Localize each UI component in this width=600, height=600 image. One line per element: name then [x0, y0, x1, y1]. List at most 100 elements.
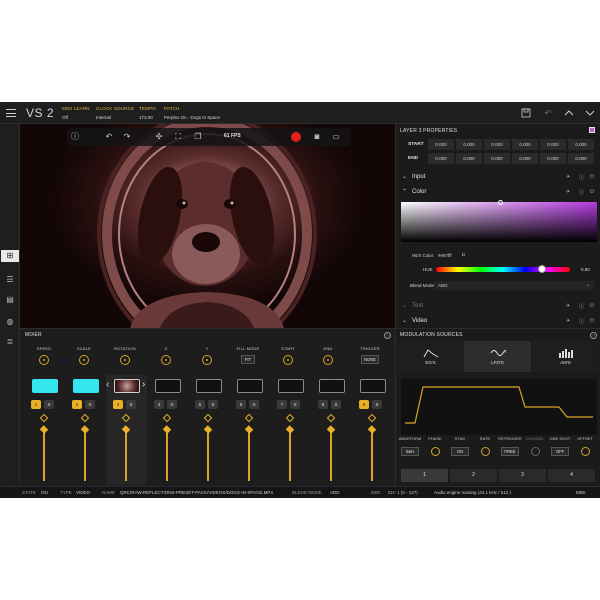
channel-thumbnail[interactable] [73, 379, 99, 393]
channel-thumbnail[interactable] [196, 379, 222, 393]
channel-number-button[interactable]: 7 [277, 400, 287, 409]
one-shot-param[interactable]: ONE SHOT OFF [547, 437, 573, 456]
power-icon[interactable]: ⏻ [590, 303, 594, 309]
pin-icon[interactable]: ✈ [566, 303, 570, 309]
power-icon[interactable]: ⏻ [590, 318, 594, 324]
keyframe-diamond-icon[interactable] [162, 413, 172, 423]
channel-number-button[interactable]: 3 [113, 400, 123, 409]
power-icon[interactable]: ⏻ [590, 189, 594, 195]
channel-fader[interactable] [207, 429, 209, 481]
hex-color-value[interactable]: #e57fff [438, 253, 452, 258]
knob-dial[interactable] [79, 355, 89, 365]
channel-solo-button[interactable]: S [290, 400, 300, 409]
start-cell[interactable]: 0.000 [428, 139, 454, 150]
channel-number-button[interactable]: 2 [72, 400, 82, 409]
chevron-down-icon[interactable] [585, 108, 595, 118]
fill-mode-value[interactable]: FIT [241, 355, 255, 364]
pin-icon[interactable]: ✈ [566, 189, 570, 195]
channel-solo-button[interactable]: S [208, 400, 218, 409]
channel-fader[interactable] [248, 429, 250, 481]
fader-handle[interactable] [285, 425, 295, 434]
mixer-icon[interactable]: ≣ [4, 336, 16, 348]
undo-icon[interactable]: ↶ [543, 108, 553, 118]
sync-value[interactable]: ON [451, 447, 469, 456]
channel-solo-button[interactable]: S [331, 400, 341, 409]
patch-field[interactable]: PATCH Perplex On - Dogs In Space [164, 106, 220, 120]
color-picker-handle[interactable] [498, 200, 503, 205]
keyframe-diamond-icon[interactable] [285, 413, 295, 423]
channel-solo-button[interactable]: S [372, 400, 382, 409]
fader-handle[interactable] [326, 425, 336, 434]
color-picker[interactable] [401, 200, 597, 242]
layers-icon[interactable]: ⊞ [1, 250, 19, 262]
fader-handle[interactable] [367, 425, 377, 434]
help-icon[interactable]: ⓘ [579, 303, 584, 310]
power-icon[interactable]: ⏻ [590, 174, 594, 180]
channel-solo-button[interactable]: S [44, 400, 54, 409]
undo-icon[interactable]: ↶ [103, 131, 115, 143]
help-icon[interactable]: ? [590, 332, 597, 339]
camera-icon[interactable]: ◙ [311, 131, 323, 143]
lfo-slot-button[interactable]: 2 [450, 469, 497, 482]
section-input[interactable]: ⌄ Input ✈ ⓘ ⏻ [400, 172, 598, 184]
fader-handle[interactable] [203, 425, 213, 434]
fader-handle[interactable] [39, 425, 49, 434]
one-shot-value[interactable]: OFF [551, 447, 569, 456]
channel-thumbnail[interactable] [360, 379, 386, 393]
browser-icon[interactable]: ▤ [4, 294, 16, 306]
help-icon[interactable]: ⓘ [69, 131, 81, 143]
keyframe-diamond-icon[interactable] [39, 413, 49, 423]
rate-knob[interactable] [480, 447, 490, 456]
channel-fader[interactable] [84, 429, 86, 481]
move-icon[interactable]: ✣ [153, 131, 165, 143]
section-video[interactable]: ⌄ Video ✈ ⓘ ⏻ [400, 316, 598, 328]
phase-knob[interactable] [430, 447, 440, 456]
redo-icon[interactable]: ↷ [121, 131, 133, 143]
channel-thumbnail[interactable] [237, 379, 263, 393]
help-icon[interactable]: ? [384, 332, 391, 339]
lfo-slot-button[interactable]: 3 [499, 469, 546, 482]
lfo-slot-button[interactable]: 4 [548, 469, 595, 482]
copy-icon[interactable]: ❐ [192, 131, 204, 143]
channel-number-button[interactable]: 8 [318, 400, 328, 409]
start-cell[interactable]: 0.000 [540, 139, 566, 150]
waveform-value[interactable]: S&H [401, 447, 419, 456]
offset-knob[interactable] [580, 447, 590, 456]
channel-thumbnail[interactable] [114, 379, 140, 393]
section-text[interactable]: ⌄ Text ✈ ⓘ ⏻ [400, 301, 598, 313]
channel-fader[interactable] [166, 429, 168, 481]
tab-egs[interactable]: EG'S [397, 341, 464, 372]
channel-fader[interactable] [125, 429, 127, 481]
help-icon[interactable]: ⓘ [579, 174, 584, 181]
knob-dial[interactable] [39, 355, 49, 365]
keyframe-diamond-icon[interactable] [326, 413, 336, 423]
clock-source-field[interactable]: CLOCK SOURCE Internal [96, 106, 134, 120]
help-icon[interactable]: ⓘ [579, 189, 584, 196]
folder-icon[interactable]: ▭ [330, 131, 342, 143]
knob-dial[interactable] [120, 355, 130, 365]
channel-number-button[interactable]: 9 [359, 400, 369, 409]
phase-param[interactable]: PHASE [422, 437, 448, 456]
channel-thumbnail[interactable] [155, 379, 181, 393]
knob-dial[interactable] [283, 355, 293, 365]
end-cell[interactable]: 0.000 [456, 153, 482, 164]
end-cell[interactable]: 0.000 [484, 153, 510, 164]
knob-dial[interactable] [161, 355, 171, 365]
pin-icon[interactable]: ✈ [566, 318, 570, 324]
scale-knob[interactable]: SCALE [64, 346, 104, 365]
channel-number-button[interactable]: 6 [236, 400, 246, 409]
channel-knob[interactable] [530, 447, 540, 456]
start-cell[interactable]: 0.000 [456, 139, 482, 150]
y-knob[interactable]: Y [187, 346, 227, 365]
start-cell[interactable]: 0.000 [484, 139, 510, 150]
knob-dial[interactable] [323, 355, 333, 365]
tempo-field[interactable]: TEMPO 173.00 [139, 106, 156, 120]
eyedropper-icon[interactable]: ◘ [462, 252, 465, 257]
trigger-select[interactable]: TRIGGER NONE [350, 346, 390, 364]
rotation-knob[interactable]: ROTATION [105, 346, 145, 365]
channel-solo-button[interactable]: S [126, 400, 136, 409]
keyframe-diamond-icon[interactable] [203, 413, 213, 423]
start-cell[interactable]: 0.000 [568, 139, 594, 150]
channel-fader[interactable] [43, 429, 45, 481]
blend-mode-select[interactable]: ADD ⌄ [434, 281, 594, 290]
